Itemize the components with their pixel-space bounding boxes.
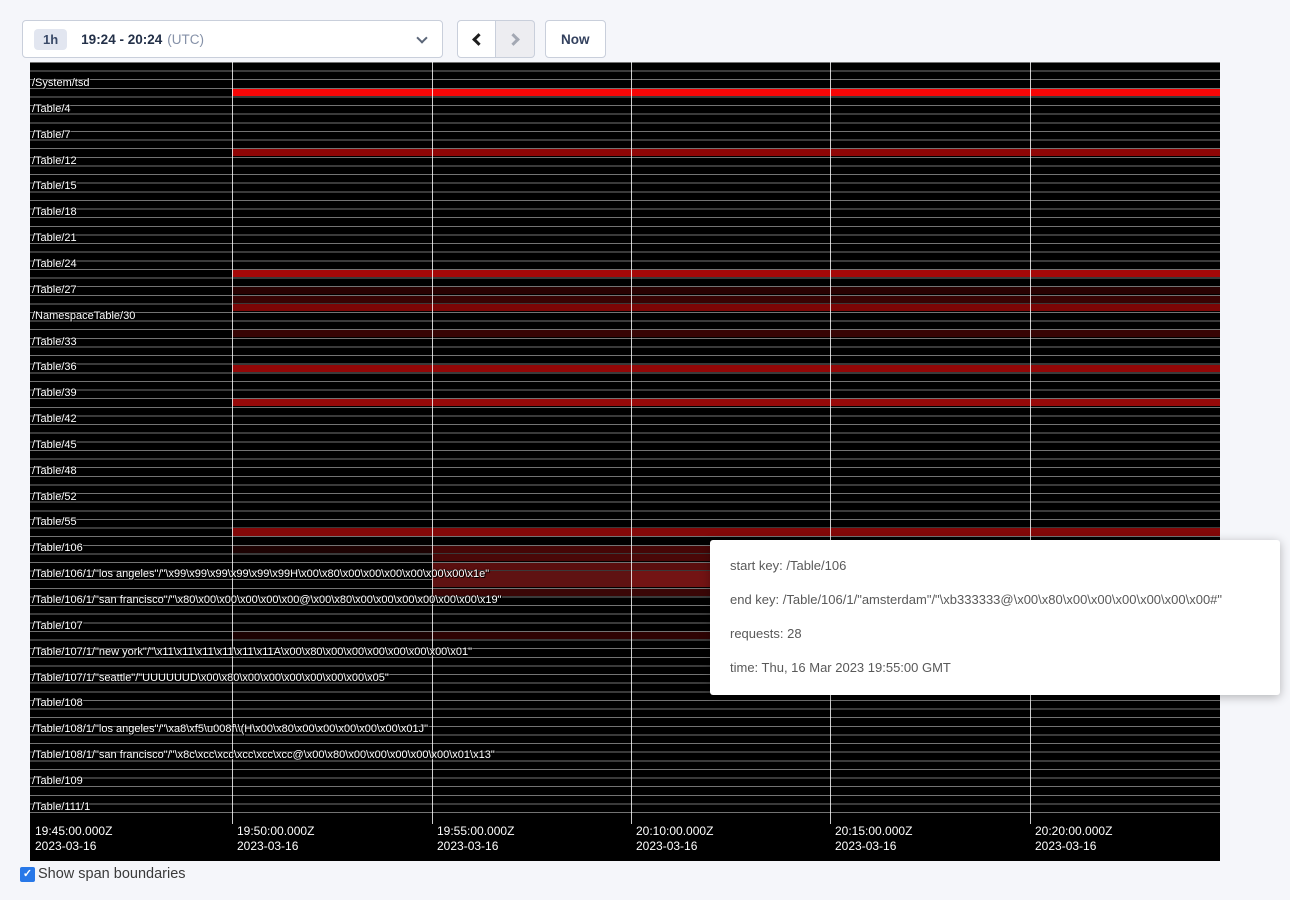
row-label: /Table/15 <box>32 180 77 192</box>
chevron-down-icon <box>416 32 427 43</box>
heatmap-grid[interactable]: /System/tsd/Table/4/Table/7/Table/12/Tab… <box>30 62 1220 820</box>
row-label: /Table/109 <box>32 775 83 787</box>
row-label: /Table/111/1 <box>32 801 90 813</box>
row-label: /Table/42 <box>32 413 77 425</box>
now-button[interactable]: Now <box>545 20 606 58</box>
row-label: /Table/27 <box>32 284 77 296</box>
row-label: /Table/39 <box>32 387 77 399</box>
time-gridline <box>631 62 632 824</box>
tooltip-requests: requests: 28 <box>730 617 1260 651</box>
span-boundaries-checkbox[interactable]: ✓ <box>20 867 35 882</box>
span-tooltip: start key: /Table/106 end key: /Table/10… <box>710 540 1280 695</box>
row-label: /Table/18 <box>32 206 77 218</box>
heat-band[interactable] <box>232 528 1220 535</box>
previous-interval-button[interactable] <box>457 20 496 58</box>
chevron-left-icon <box>472 33 485 46</box>
row-label: /Table/107/1/"seattle"/"UUUUUUD\x00\x80\… <box>32 672 389 684</box>
tooltip-start-key: start key: /Table/106 <box>730 549 1260 583</box>
span-boundaries-control: ✓ Show span boundaries <box>20 866 186 882</box>
tooltip-time: time: Thu, 16 Mar 2023 19:55:00 GMT <box>730 651 1260 685</box>
time-range-label: 19:24 - 20:24 <box>81 32 162 47</box>
heat-band[interactable] <box>631 571 710 587</box>
row-label: /Table/106 <box>32 542 83 554</box>
row-label: /Table/106/1/"san francisco"/"\x80\x00\x… <box>32 594 502 606</box>
row-label: /Table/33 <box>32 336 77 348</box>
duration-badge: 1h <box>34 29 67 50</box>
time-gridline <box>432 62 433 824</box>
axis-tick-label: 19:55:00.000Z2023-03-16 <box>437 824 514 854</box>
heat-band[interactable] <box>232 330 1220 337</box>
next-interval-button[interactable] <box>496 20 535 58</box>
heat-band[interactable] <box>232 365 1220 372</box>
heat-band[interactable] <box>232 296 1220 303</box>
axis-tick-label: 19:50:00.000Z2023-03-16 <box>237 824 314 854</box>
heat-band[interactable] <box>232 270 1220 277</box>
heat-band[interactable] <box>232 546 432 553</box>
heat-band[interactable] <box>232 287 1220 294</box>
tooltip-end-key: end key: /Table/106/1/"amsterdam"/"\xb33… <box>730 583 1260 617</box>
key-visualizer-heatmap[interactable]: /System/tsd/Table/4/Table/7/Table/12/Tab… <box>30 62 1220 861</box>
axis-tick-label: 20:20:00.000Z2023-03-16 <box>1035 824 1112 854</box>
heat-band[interactable] <box>232 89 1220 96</box>
time-gridline <box>232 62 233 824</box>
row-label: /Table/45 <box>32 439 77 451</box>
row-label: /Table/4 <box>32 103 71 115</box>
row-label: /Table/108/1/"los angeles"/"\xa8\xf5\u00… <box>32 723 428 735</box>
row-label: /Table/12 <box>32 155 77 167</box>
heat-band[interactable] <box>232 149 1220 156</box>
heat-band[interactable] <box>232 399 1220 406</box>
time-nav-group <box>457 20 535 58</box>
row-label: /System/tsd <box>32 77 89 89</box>
heat-band[interactable] <box>432 546 710 553</box>
row-label: /Table/108/1/"san francisco"/"\x8c\xcc\x… <box>32 749 495 761</box>
row-label: /Table/21 <box>32 232 77 244</box>
row-label: /Table/55 <box>32 516 77 528</box>
row-label: /NamespaceTable/30 <box>32 310 135 322</box>
row-label: /Table/48 <box>32 465 77 477</box>
time-gridline <box>1030 62 1031 824</box>
row-label: /Table/36 <box>32 361 77 373</box>
row-label: /Table/106/1/"los angeles"/"\x99\x99\x99… <box>32 568 489 580</box>
chevron-right-icon <box>507 33 520 46</box>
time-range-timezone: (UTC) <box>167 32 204 47</box>
row-label: /Table/107 <box>32 620 83 632</box>
axis-tick-label: 20:15:00.000Z2023-03-16 <box>835 824 912 854</box>
axis-tick-label: 19:45:00.000Z2023-03-16 <box>35 824 112 854</box>
row-label: /Table/52 <box>32 491 77 503</box>
heat-band[interactable] <box>232 304 1220 311</box>
row-label: /Table/108 <box>32 697 83 709</box>
heat-band[interactable] <box>432 632 710 639</box>
row-label: /Table/107/1/"new york"/"\x11\x11\x11\x1… <box>32 646 472 658</box>
time-axis: 19:45:00.000Z2023-03-16 19:50:00.000Z2023… <box>30 820 1220 861</box>
heat-band[interactable] <box>232 632 432 639</box>
row-label: /Table/7 <box>32 129 71 141</box>
axis-tick-label: 20:10:00.000Z2023-03-16 <box>636 824 713 854</box>
row-label: /Table/24 <box>32 258 77 270</box>
span-boundaries-label: Show span boundaries <box>38 866 186 882</box>
time-range-selector[interactable]: 1h 19:24 - 20:24 (UTC) <box>22 20 443 58</box>
time-gridline <box>830 62 831 824</box>
heat-band[interactable] <box>432 554 710 561</box>
